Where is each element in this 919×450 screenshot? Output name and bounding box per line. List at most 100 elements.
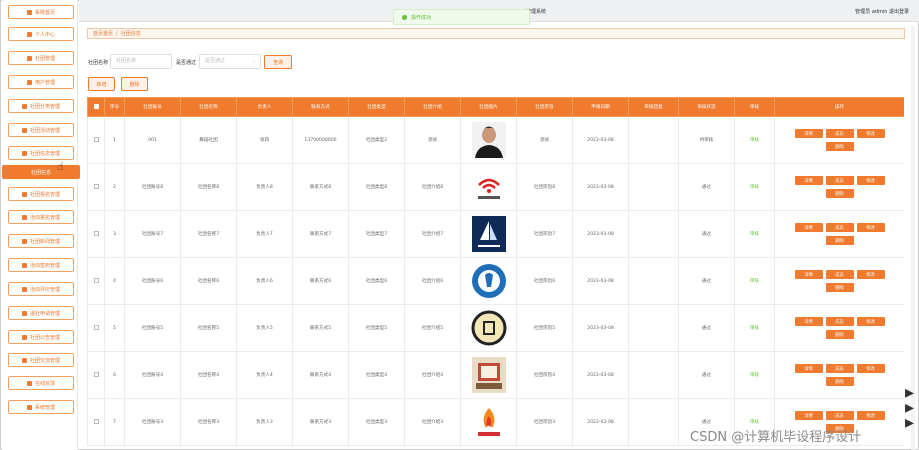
table-header-row: 序号 社团账号 社团名称 负责人 联系方式 社团类型 社团介绍 社团图片 社团宗旨 申请日期 审核回… bbox=[87, 97, 904, 117]
detail-button[interactable]: 详情 bbox=[794, 364, 823, 373]
review-filter-select[interactable]: 是否通过 ⌄ bbox=[199, 54, 261, 69]
row-select-cell[interactable] bbox=[87, 304, 105, 352]
member-button[interactable]: 成员 bbox=[825, 364, 854, 373]
cell-audit[interactable]: 审核 bbox=[734, 210, 775, 258]
cell-name: 社团名称7 bbox=[180, 210, 237, 258]
sidebar-item-label: 社团新闻管理 bbox=[29, 238, 60, 245]
sidebar-item[interactable]: 用户管理 bbox=[8, 75, 74, 89]
sidebar-item[interactable]: 社团交流管理 bbox=[8, 353, 74, 367]
member-button[interactable]: 成员 bbox=[825, 176, 854, 185]
row-checkbox[interactable] bbox=[93, 324, 99, 330]
sidebar-item[interactable]: 社团报名管理 bbox=[8, 187, 74, 201]
sidebar-item[interactable]: 社团信息 bbox=[2, 165, 80, 179]
sidebar-item[interactable]: 社团新闻管理 bbox=[8, 234, 74, 248]
sidebar-item[interactable]: 社团分类管理 bbox=[8, 99, 74, 113]
member-button[interactable]: 成员 bbox=[825, 411, 854, 420]
sidebar-item[interactable]: 社团信息管理 bbox=[8, 146, 74, 160]
sidebar-item[interactable]: 社团活动管理 bbox=[8, 123, 74, 137]
cell-leader: 负责人7 bbox=[236, 210, 293, 258]
row-select-cell[interactable] bbox=[87, 163, 105, 211]
edit-button[interactable]: 修改 bbox=[856, 176, 885, 185]
cell-audit[interactable]: 审核 bbox=[734, 257, 775, 305]
name-search-input[interactable]: 社团名称 bbox=[110, 54, 172, 69]
batch-delete-button[interactable]: 删除 bbox=[121, 77, 148, 91]
detail-button[interactable]: 详情 bbox=[794, 176, 823, 185]
cell-date: 2023-03-08 bbox=[572, 116, 629, 164]
row-select-cell[interactable] bbox=[87, 210, 105, 258]
detail-button[interactable]: 详情 bbox=[794, 317, 823, 326]
detail-button[interactable]: 详情 bbox=[794, 270, 823, 279]
sidebar-item[interactable]: 社团公告管理 bbox=[8, 330, 74, 344]
delete-button[interactable]: 删除 bbox=[825, 283, 854, 292]
row-select-cell[interactable] bbox=[87, 257, 105, 305]
sidebar-item[interactable]: 社团管理 bbox=[8, 51, 74, 65]
club-image-cell bbox=[460, 116, 517, 164]
row-checkbox[interactable] bbox=[93, 230, 99, 236]
sidebar-item[interactable]: 个人中心 bbox=[8, 27, 74, 41]
cell-audit[interactable]: 审核 bbox=[734, 304, 775, 352]
select-all-checkbox[interactable] bbox=[93, 103, 99, 109]
detail-button[interactable]: 详情 bbox=[794, 411, 823, 420]
cell-index: 7 bbox=[104, 398, 125, 446]
edit-button[interactable]: 修改 bbox=[856, 317, 885, 326]
cell-type: 社团类型3 bbox=[348, 398, 405, 446]
add-button[interactable]: 新增 bbox=[88, 77, 115, 91]
row-checkbox[interactable] bbox=[93, 277, 99, 283]
row-checkbox[interactable] bbox=[93, 418, 99, 424]
delete-button[interactable]: 删除 bbox=[825, 330, 854, 339]
edit-button[interactable]: 修改 bbox=[856, 129, 885, 138]
cell-date: 2023-03-08 bbox=[572, 210, 629, 258]
cell-contact: 联系方式4 bbox=[292, 351, 349, 399]
sidebar-item[interactable]: 在线反馈 bbox=[8, 376, 74, 390]
sidebar-item[interactable]: 系统首页 bbox=[8, 5, 74, 19]
delete-button[interactable]: 删除 bbox=[825, 142, 854, 151]
breadcrumb-home[interactable]: 首页首页 bbox=[93, 30, 113, 37]
column-header: 审核 bbox=[734, 97, 775, 117]
detail-button[interactable]: 详情 bbox=[794, 129, 823, 138]
table-row: 3 社团账号7 社团名称7 负责人7 联系方式7 社团类型7 社团介绍7 社团宗旨7 2023-… bbox=[87, 210, 904, 258]
row-actions: 详情 成员 修改 删除 bbox=[774, 116, 904, 164]
row-select-cell[interactable] bbox=[87, 116, 105, 164]
detail-button[interactable]: 详情 bbox=[794, 223, 823, 232]
edit-button[interactable]: 修改 bbox=[856, 270, 885, 279]
sidebar-item[interactable]: 系统管理 bbox=[8, 400, 74, 414]
delete-button[interactable]: 删除 bbox=[825, 236, 854, 245]
cell-intro: 测试 bbox=[404, 116, 461, 164]
cell-intro: 社团介绍5 bbox=[404, 304, 461, 352]
sidebar-item[interactable]: 退社申请管理 bbox=[8, 306, 74, 320]
row-checkbox[interactable] bbox=[93, 136, 99, 142]
search-button[interactable]: 查询 bbox=[264, 55, 292, 69]
table-row: 5 社团账号5 社团名称5 负责人5 联系方式5 社团类型5 社团介绍5 社团宗旨5 2023-… bbox=[87, 304, 904, 352]
cell-intro: 社团介绍4 bbox=[404, 351, 461, 399]
sidebar-item[interactable]: 活动评价管理 bbox=[8, 282, 74, 296]
page-edge-marks: ▸ ▸ ▸ bbox=[905, 382, 915, 433]
sidebar-item-label: 个人中心 bbox=[34, 31, 55, 38]
sidebar-item[interactable]: 活动报名管理 bbox=[8, 210, 74, 224]
cell-audit[interactable]: 审核 bbox=[734, 116, 775, 164]
delete-button[interactable]: 删除 bbox=[825, 189, 854, 198]
row-select-cell[interactable] bbox=[87, 351, 105, 399]
edit-button[interactable]: 修改 bbox=[856, 223, 885, 232]
cell-audit[interactable]: 审核 bbox=[734, 351, 775, 399]
row-select-cell[interactable] bbox=[87, 398, 105, 446]
user-info[interactable]: 管理员 admin 退出登录 bbox=[855, 8, 909, 15]
member-button[interactable]: 成员 bbox=[825, 270, 854, 279]
row-checkbox[interactable] bbox=[93, 183, 99, 189]
member-button[interactable]: 成员 bbox=[825, 223, 854, 232]
member-button[interactable]: 成员 bbox=[825, 317, 854, 326]
row-checkbox[interactable] bbox=[93, 371, 99, 377]
cell-audit[interactable]: 审核 bbox=[734, 163, 775, 211]
cell-purpose: 社团宗旨7 bbox=[516, 210, 573, 258]
name-search-label: 社团名称 bbox=[88, 60, 109, 66]
chevron-down-icon: ⌄ bbox=[251, 58, 256, 64]
edit-button[interactable]: 修改 bbox=[856, 364, 885, 373]
cell-name: 社团名称4 bbox=[180, 351, 237, 399]
sidebar-item-label: 社团信息管理 bbox=[29, 150, 60, 157]
sidebar-item[interactable]: 活动签到管理 bbox=[8, 258, 74, 272]
edit-button[interactable]: 修改 bbox=[856, 411, 885, 420]
cell-purpose: 社团宗旨6 bbox=[516, 257, 573, 305]
member-button[interactable]: 成员 bbox=[825, 129, 854, 138]
delete-button[interactable]: 删除 bbox=[825, 377, 854, 386]
column-header[interactable] bbox=[87, 97, 105, 117]
column-header: 审核回复 bbox=[628, 97, 679, 117]
